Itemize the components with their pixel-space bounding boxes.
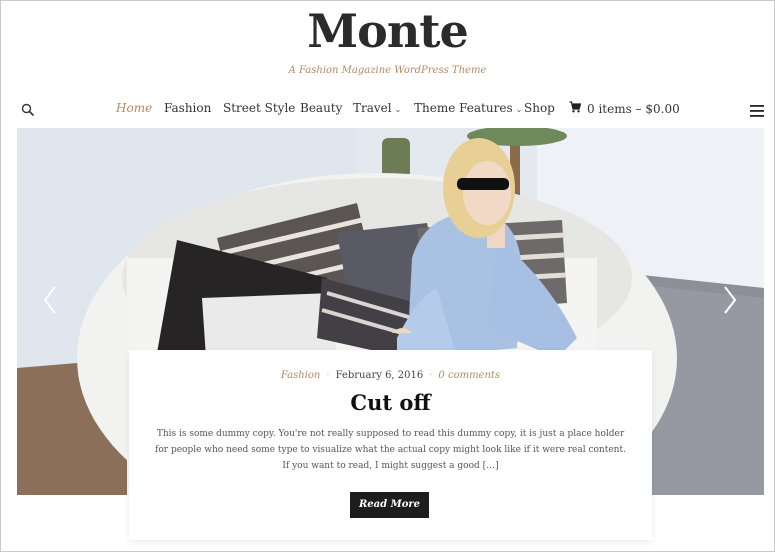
nav-item-home[interactable]: Home — [116, 101, 152, 115]
site-logo[interactable]: Monte — [0, 4, 775, 58]
post-meta: Fashion · February 6, 2016 · 0 comments — [129, 370, 652, 381]
site-tagline: A Fashion Magazine WordPress Theme — [288, 65, 487, 76]
nav-item-label: Beauty — [300, 101, 343, 115]
chevron-down-icon: ⌄ — [394, 105, 402, 114]
post-comments-link[interactable]: 0 comments — [438, 370, 500, 381]
cart-summary: 0 items – $0.00 — [587, 101, 680, 116]
nav-item-street-style[interactable]: Street Style — [223, 101, 295, 115]
nav-item-label: Fashion — [164, 101, 212, 115]
post-title[interactable]: Cut off — [129, 390, 652, 415]
read-more-button[interactable]: Read More — [350, 492, 429, 518]
post-category-link[interactable]: Fashion — [281, 370, 320, 381]
post-date: February 6, 2016 — [335, 370, 424, 381]
meta-separator: · — [429, 370, 433, 381]
nav-item-label: Theme Features — [414, 101, 513, 115]
nav-item-shop[interactable]: Shop — [524, 101, 555, 115]
nav-item-label: Home — [116, 101, 153, 115]
featured-post-card: Fashion · February 6, 2016 · 0 comments Cut … — [129, 350, 652, 540]
chevron-down-icon: ⌄ — [515, 105, 523, 114]
nav-item-label: Street Style — [223, 101, 296, 115]
meta-separator: · — [326, 370, 330, 381]
shopping-cart-icon — [569, 101, 582, 116]
nav-item-travel[interactable]: Travel ⌄ — [353, 101, 401, 115]
nav-item-theme-features[interactable]: Theme Features ⌄ — [414, 101, 522, 115]
chevron-right-icon[interactable] — [722, 284, 738, 316]
nav-cart[interactable]: 0 items – $0.00 — [569, 101, 680, 116]
nav-item-beauty[interactable]: Beauty — [300, 101, 342, 115]
nav-item-label: Travel — [353, 101, 392, 115]
post-excerpt: This is some dummy copy. You're not real… — [155, 429, 626, 471]
main-navigation: Home Fashion Street Style Beauty Travel ⌄… — [0, 101, 775, 119]
nav-item-fashion[interactable]: Fashion — [164, 101, 211, 115]
nav-item-label: Shop — [524, 101, 555, 115]
chevron-left-icon[interactable] — [42, 284, 58, 316]
